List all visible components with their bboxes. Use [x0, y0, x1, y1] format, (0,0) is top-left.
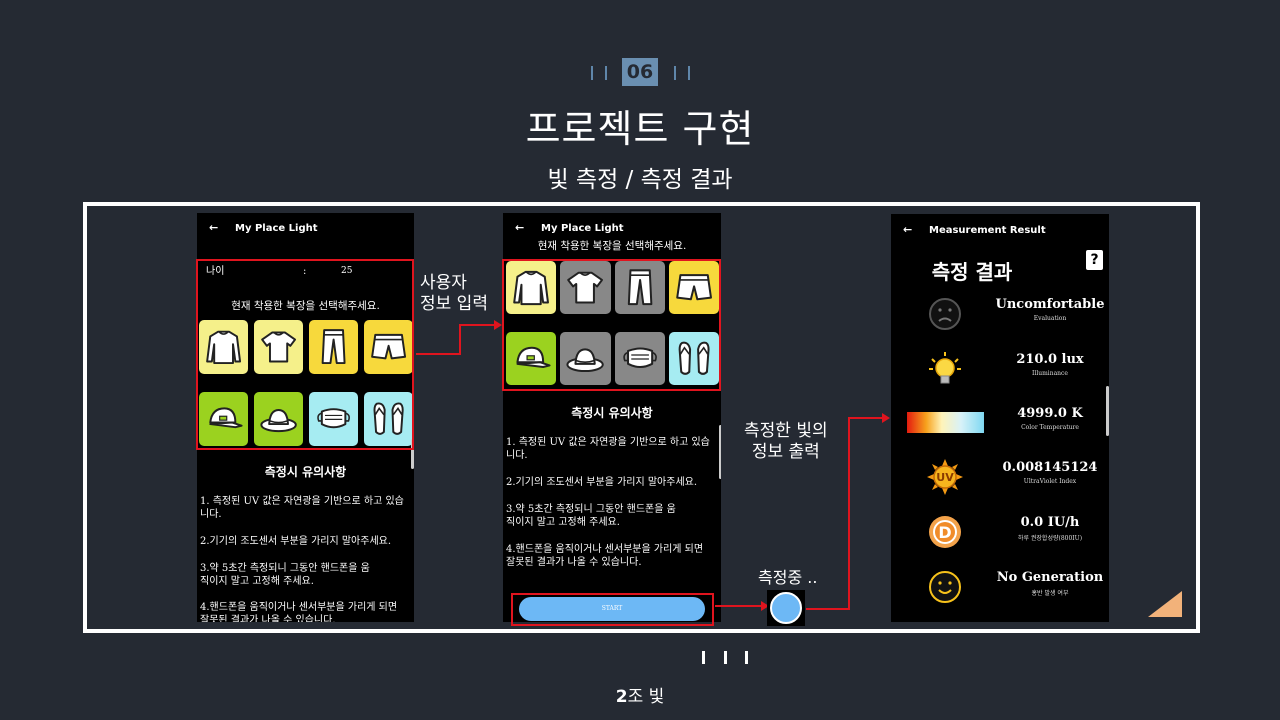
deco-tick — [702, 651, 705, 664]
notice-heading: 측정시 유의사항 — [571, 406, 653, 420]
result-label: Color Temperature — [1021, 424, 1079, 431]
result-label: Illuminance — [1032, 370, 1068, 377]
result-row: D 0.0 IU/h 하루 권장합성량(800IU) — [891, 505, 1109, 559]
back-arrow-icon[interactable]: ← — [209, 221, 218, 234]
notice-heading: 측정시 유의사항 — [264, 465, 347, 479]
app-bar: ← My Place Light — [197, 213, 414, 243]
svg-text:UV: UV — [936, 471, 954, 484]
result-heading: 측정 결과 — [931, 260, 1013, 284]
color-gradient-icon — [907, 412, 984, 434]
annotation-user-input: 사용자 정보 입력 — [420, 273, 488, 314]
deco-tick — [745, 651, 748, 664]
team-label: 2조 빛 — [615, 687, 665, 707]
uv-sun-icon: UV — [927, 459, 963, 495]
phone-screen-result: ← Measurement Result ? 측정 결과 Uncomfortab… — [891, 214, 1109, 622]
page-subtitle: 빛 측정 / 측정 결과 — [547, 167, 733, 193]
scrollbar[interactable] — [1106, 386, 1109, 436]
deco-tick — [724, 651, 727, 664]
notice-1: 1. 측정된 UV 값은 자연광을 기반으로 하고 있습니다. — [506, 437, 710, 461]
scrollbar[interactable] — [719, 425, 721, 479]
annotation-measuring: 측정중 .. — [758, 568, 818, 587]
notice-4: 4.핸드폰을 움직이거나 센서부분을 가리게 되면 잘못된 결과가 나올 수 있… — [200, 602, 398, 622]
result-row: Uncomfortable Evaluation — [891, 287, 1109, 341]
result-row: No Generation 홍반 발생 여부 — [891, 560, 1109, 614]
notice-1: 1. 측정된 UV 값은 자연광을 기반으로 하고 있습니다. — [200, 496, 404, 520]
annotation-output: 측정한 빛의 정보 출력 — [744, 421, 828, 462]
app-title: My Place Light — [541, 223, 624, 234]
measuring-spinner-box — [767, 590, 805, 626]
deco-tick — [591, 66, 593, 80]
result-value: Uncomfortable — [995, 297, 1105, 312]
app-bar: ← Measurement Result — [891, 214, 1109, 244]
deco-tick — [674, 66, 676, 80]
svg-text:D: D — [938, 523, 951, 542]
vitamin-d-icon: D — [927, 514, 963, 550]
notice-4: 4.핸드폰을 움직이거나 센서부분을 가리게 되면 잘못된 결과가 나올 수 있… — [506, 544, 704, 568]
section-number: 06 — [622, 58, 658, 86]
clothes-prompt: 현재 착용한 복장을 선택해주세요. — [537, 240, 687, 252]
app-title: My Place Light — [235, 223, 318, 234]
notice-2: 2.기기의 조도센서 부분을 가리지 말아주세요. — [506, 477, 698, 488]
help-icon[interactable]: ? — [1086, 250, 1103, 270]
app-bar: ← My Place Light — [503, 213, 721, 243]
result-label: 하루 권장합성량(800IU) — [1017, 535, 1083, 542]
smile-face-icon — [927, 569, 963, 605]
result-row: 210.0 lux Illuminance — [891, 342, 1109, 396]
deco-tick — [605, 66, 607, 80]
highlight-user-info — [196, 259, 414, 450]
notice-3: 3.약 5초간 측정되니 그동안 핸드폰을 움직이지 말고 고정해 주세요. — [506, 504, 676, 528]
result-value: 0.0 IU/h — [1020, 515, 1080, 530]
result-row: 4999.0 K Color Temperature — [891, 396, 1109, 450]
notice-3: 3.약 5초간 측정되니 그동안 핸드폰을 움직이지 말고 고정해 주세요. — [200, 563, 370, 587]
measuring-spinner-icon — [770, 592, 802, 624]
highlight-start-button — [511, 593, 714, 626]
result-value: 0.008145124 — [1002, 460, 1098, 475]
light-bulb-icon — [927, 351, 963, 387]
back-arrow-icon[interactable]: ← — [515, 221, 524, 234]
result-value: 210.0 lux — [1016, 352, 1084, 367]
highlight-clothes-selected — [502, 259, 721, 391]
notice-2: 2.기기의 조도센서 부분을 가리지 말아주세요. — [200, 536, 392, 547]
back-arrow-icon[interactable]: ← — [903, 223, 912, 236]
page-title: 프로젝트 구현 — [525, 107, 755, 151]
result-label: 홍반 발생 여부 — [1031, 590, 1069, 597]
corner-triangle-deco — [1148, 591, 1182, 617]
result-value: 4999.0 K — [1017, 406, 1083, 421]
sad-face-icon — [927, 296, 963, 332]
result-value: No Generation — [996, 570, 1104, 585]
deco-tick — [688, 66, 690, 80]
result-row: UV 0.008145124 UltraViolet Index — [891, 450, 1109, 504]
result-label: Evaluation — [1033, 315, 1067, 322]
app-title: Measurement Result — [929, 225, 1046, 236]
result-label: UltraViolet Index — [1023, 478, 1077, 485]
